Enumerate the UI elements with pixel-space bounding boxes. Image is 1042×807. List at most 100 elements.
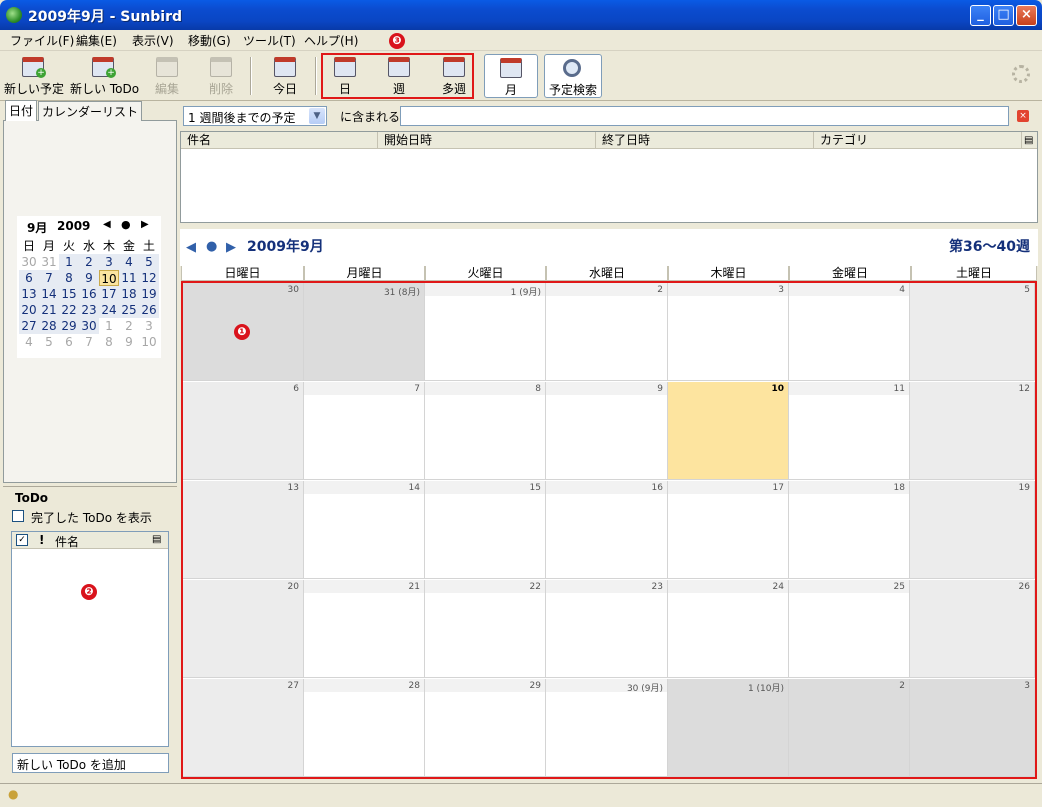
- minical-day[interactable]: 26: [139, 302, 159, 318]
- new-todo-input[interactable]: 新しい ToDo を追加: [12, 753, 169, 773]
- minical-day[interactable]: 3: [139, 318, 159, 334]
- today-button[interactable]: 今日: [256, 54, 314, 98]
- calendar-day-cell[interactable]: 21: [304, 580, 425, 678]
- new-todo-button[interactable]: + 新しい ToDo: [70, 54, 139, 98]
- calendar-day-cell[interactable]: 3: [668, 283, 789, 381]
- minical-day[interactable]: 12: [139, 270, 159, 286]
- minical-day[interactable]: 7: [39, 270, 59, 286]
- menu-tools[interactable]: ツール(T): [243, 32, 296, 49]
- minical-day[interactable]: 29: [59, 318, 79, 334]
- minical-day[interactable]: 4: [19, 334, 39, 350]
- minical-next-icon[interactable]: ▶: [141, 219, 149, 230]
- minical-day[interactable]: 2: [79, 254, 99, 270]
- minical-day[interactable]: 22: [59, 302, 79, 318]
- calendar-day-cell[interactable]: 23: [546, 580, 668, 678]
- close-button[interactable]: ×: [1016, 5, 1037, 26]
- calendar-day-cell[interactable]: 26: [910, 580, 1035, 678]
- minical-day[interactable]: 23: [79, 302, 99, 318]
- calendar-day-cell[interactable]: 10: [668, 382, 789, 480]
- minical-day[interactable]: 17: [99, 286, 119, 302]
- calendar-day-cell[interactable]: 18: [789, 481, 910, 579]
- next-month-icon[interactable]: ▶: [226, 240, 236, 255]
- calendar-day-cell[interactable]: 16: [546, 481, 668, 579]
- calendar-day-cell[interactable]: 28: [304, 679, 425, 777]
- minical-day[interactable]: 25: [119, 302, 139, 318]
- calendar-day-cell[interactable]: 25: [789, 580, 910, 678]
- todo-priority-column[interactable]: !: [39, 533, 44, 547]
- menu-file[interactable]: ファイル(F): [10, 32, 74, 49]
- minical-day[interactable]: 27: [19, 318, 39, 334]
- minical-day[interactable]: 3: [99, 254, 119, 270]
- minical-day[interactable]: 18: [119, 286, 139, 302]
- minical-today-icon[interactable]: ●: [121, 218, 131, 231]
- calendar-day-cell[interactable]: 6: [183, 382, 304, 480]
- minical-day[interactable]: 2: [119, 318, 139, 334]
- minical-day[interactable]: 1: [59, 254, 79, 270]
- calendar-day-cell[interactable]: 31 (8月): [304, 283, 425, 381]
- minical-day[interactable]: 24: [99, 302, 119, 318]
- tab-calendar-list[interactable]: カレンダーリスト: [38, 101, 143, 121]
- calendar-day-cell[interactable]: 3: [910, 679, 1035, 777]
- show-completed-checkbox[interactable]: [12, 510, 24, 522]
- minical-day[interactable]: 10: [139, 334, 159, 350]
- calendar-day-cell[interactable]: 1 (9月): [425, 283, 546, 381]
- new-event-button[interactable]: + 新しい予定: [4, 54, 64, 98]
- minical-day[interactable]: 5: [39, 334, 59, 350]
- minical-day[interactable]: 16: [79, 286, 99, 302]
- minical-day[interactable]: 8: [59, 270, 79, 286]
- minical-day[interactable]: 9: [119, 334, 139, 350]
- minical-year[interactable]: 2009: [57, 219, 90, 233]
- event-filter-select[interactable]: 1 週間後までの予定 ▼: [183, 106, 327, 126]
- search-events-button[interactable]: 予定検索: [544, 54, 602, 98]
- menu-help[interactable]: ヘルプ(H): [304, 32, 358, 49]
- minical-day[interactable]: 11: [119, 270, 139, 286]
- delete-button[interactable]: 削除: [192, 54, 250, 98]
- todo-completed-column-icon[interactable]: ✓: [16, 534, 28, 546]
- calendar-day-cell[interactable]: 29: [425, 679, 546, 777]
- minimize-button[interactable]: _: [970, 5, 991, 26]
- column-title[interactable]: 件名: [181, 132, 377, 149]
- minical-day[interactable]: 9: [79, 270, 99, 286]
- calendar-day-cell[interactable]: 2: [546, 283, 668, 381]
- minical-day[interactable]: 5: [139, 254, 159, 270]
- clear-search-icon[interactable]: ×: [1017, 110, 1029, 122]
- menu-go[interactable]: 移動(G): [188, 32, 231, 49]
- calendar-day-cell[interactable]: 5: [910, 283, 1035, 381]
- minical-day[interactable]: 10: [99, 270, 119, 286]
- minical-day[interactable]: 6: [59, 334, 79, 350]
- menu-edit[interactable]: 編集(E): [76, 32, 117, 49]
- calendar-day-cell[interactable]: 2: [789, 679, 910, 777]
- calendar-day-cell[interactable]: 9: [546, 382, 668, 480]
- minical-month[interactable]: 9月: [27, 219, 47, 236]
- minical-day[interactable]: 15: [59, 286, 79, 302]
- minical-day[interactable]: 1: [99, 318, 119, 334]
- minical-day[interactable]: 19: [139, 286, 159, 302]
- calendar-day-cell[interactable]: 19: [910, 481, 1035, 579]
- minical-day[interactable]: 7: [79, 334, 99, 350]
- prev-month-icon[interactable]: ◀: [186, 240, 196, 255]
- calendar-day-cell[interactable]: 7: [304, 382, 425, 480]
- column-end[interactable]: 終了日時: [595, 132, 813, 149]
- calendar-day-cell[interactable]: 22: [425, 580, 546, 678]
- column-picker-icon[interactable]: ▤: [152, 534, 161, 545]
- column-category[interactable]: カテゴリ: [813, 132, 1021, 149]
- calendar-day-cell[interactable]: 11: [789, 382, 910, 480]
- column-start[interactable]: 開始日時: [377, 132, 595, 149]
- tab-date[interactable]: 日付: [5, 100, 38, 121]
- minical-day[interactable]: 6: [19, 270, 39, 286]
- calendar-day-cell[interactable]: 27: [183, 679, 304, 777]
- todo-name-column[interactable]: 件名: [55, 533, 79, 550]
- maximize-button[interactable]: □: [993, 5, 1014, 26]
- minical-day[interactable]: 20: [19, 302, 39, 318]
- calendar-day-cell[interactable]: 17: [668, 481, 789, 579]
- minical-day[interactable]: 14: [39, 286, 59, 302]
- calendar-day-cell[interactable]: 30 (9月): [546, 679, 668, 777]
- minical-day[interactable]: 21: [39, 302, 59, 318]
- calendar-day-cell[interactable]: 24: [668, 580, 789, 678]
- calendar-day-cell[interactable]: 4: [789, 283, 910, 381]
- minical-day[interactable]: 13: [19, 286, 39, 302]
- menu-view[interactable]: 表示(V): [132, 32, 174, 49]
- minical-prev-icon[interactable]: ◀: [103, 219, 111, 230]
- event-search-input[interactable]: [400, 106, 1009, 126]
- calendar-day-cell[interactable]: 20: [183, 580, 304, 678]
